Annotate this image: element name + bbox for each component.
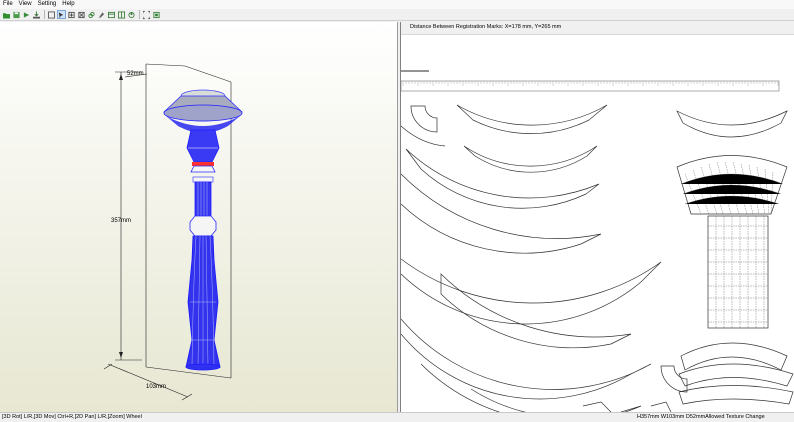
save-icon[interactable] xyxy=(12,10,21,19)
status-bar: [3D Rot] L/R,[3D Mov] Ctrl+R,[2D Pan] L/… xyxy=(0,412,794,422)
link-icon[interactable] xyxy=(87,10,96,19)
paint-icon[interactable] xyxy=(97,10,106,19)
menu-file[interactable]: File xyxy=(0,0,16,9)
status-hint-text: [3D Rot] L/R,[3D Mov] Ctrl+R,[2D Pan] L/… xyxy=(2,414,142,420)
fit-icon[interactable] xyxy=(142,10,151,19)
dimension-height-label: 357mm xyxy=(111,218,132,224)
menu-view[interactable]: View xyxy=(16,0,35,9)
menu-bar: File View Setting Help xyxy=(0,0,794,9)
2d-pattern-canvas xyxy=(401,70,794,412)
toolbar xyxy=(0,9,794,21)
dimension-depth-label: 52mm xyxy=(127,71,144,77)
reset-icon[interactable] xyxy=(127,10,136,19)
menu-help[interactable]: Help xyxy=(59,0,77,9)
rotate-icon[interactable] xyxy=(77,10,86,19)
menu-setting[interactable]: Setting xyxy=(35,0,60,9)
texture-icon[interactable] xyxy=(117,10,126,19)
3d-model xyxy=(163,89,243,371)
export-icon[interactable] xyxy=(22,10,31,19)
open-icon[interactable] xyxy=(2,10,11,19)
frame-icon[interactable] xyxy=(107,10,116,19)
join-icon[interactable] xyxy=(57,10,66,19)
dimension-width-label: 103mm xyxy=(146,384,167,390)
2d-view[interactable]: Distance Between Registration Marks: X=1… xyxy=(400,22,794,412)
zoom-icon[interactable] xyxy=(152,10,161,19)
select-icon[interactable] xyxy=(47,10,56,19)
registration-distance-text: Distance Between Registration Marks: X=1… xyxy=(410,24,562,30)
3d-model-canvas xyxy=(103,63,243,401)
status-dimensions-text: H357mm W103mm D52mmAllowed Texture Chang… xyxy=(637,414,765,420)
toolbar-separator xyxy=(139,10,140,19)
3d-view[interactable]: 52mm 357mm 103mm xyxy=(0,22,398,412)
print-icon[interactable] xyxy=(32,10,41,19)
move-icon[interactable] xyxy=(67,10,76,19)
toolbar-separator xyxy=(44,10,45,19)
